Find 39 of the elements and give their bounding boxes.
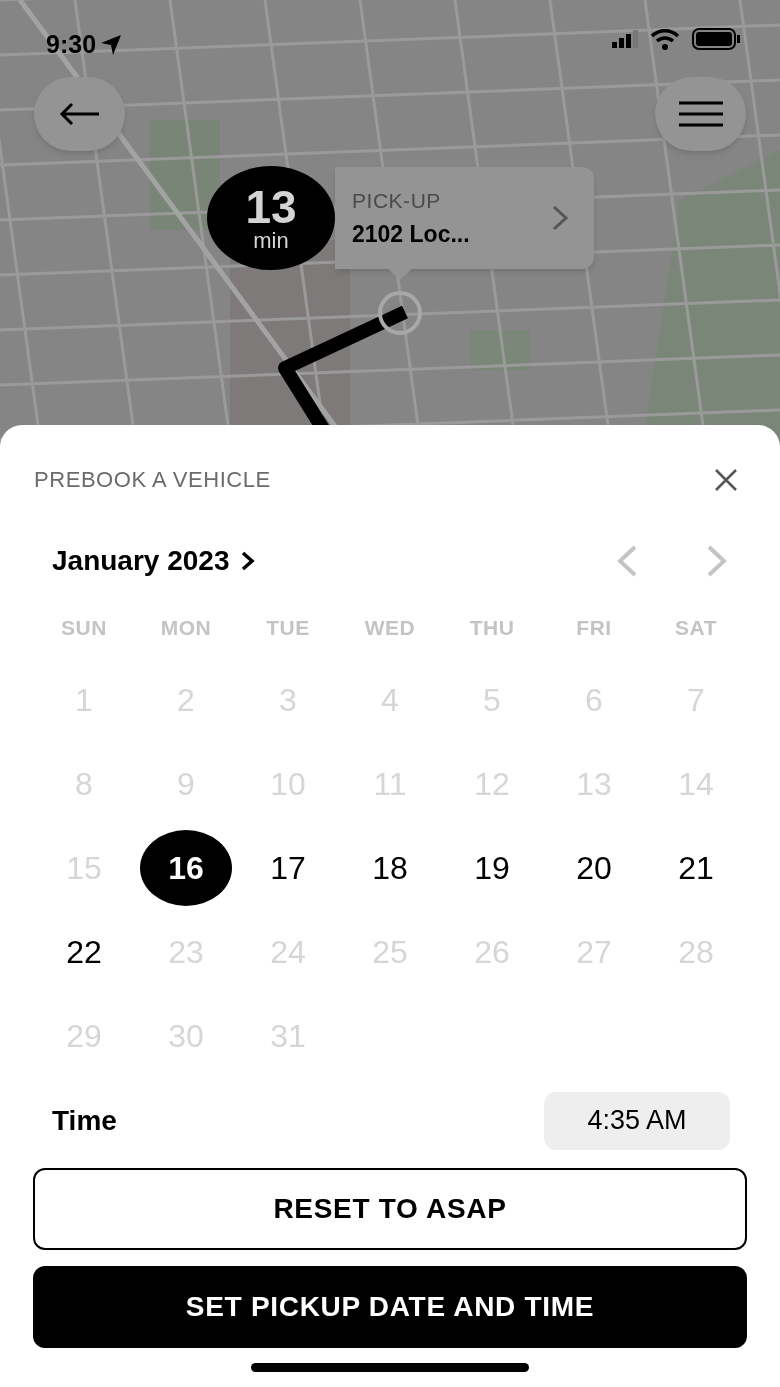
calendar-day[interactable]: 20 (548, 829, 640, 906)
close-button[interactable] (714, 467, 738, 492)
calendar-day[interactable]: 18 (344, 829, 436, 906)
weekday-label: MON (160, 615, 212, 641)
close-icon (714, 467, 738, 492)
chevron-right-icon (241, 551, 256, 571)
weekday-label: FRI (576, 615, 612, 641)
chevron-right-icon (706, 545, 728, 577)
calendar-day[interactable]: 17 (242, 829, 334, 906)
set-pickup-button[interactable]: SET PICKUP DATE AND TIME (33, 1265, 747, 1348)
chevron-right-icon (552, 205, 568, 231)
pointer-tail-icon (387, 268, 413, 280)
calendar-day[interactable]: 19 (446, 829, 538, 906)
pickup-address: 2102 Loc... (352, 219, 471, 249)
eta-unit: min (253, 230, 289, 252)
eta-value: 13 (245, 184, 297, 230)
time-picker[interactable]: 4:35 AM (544, 1091, 730, 1150)
wifi-icon (650, 28, 680, 50)
location-arrow-icon (100, 33, 123, 56)
signal-icon (612, 30, 638, 48)
weekday-label: TUE (266, 615, 310, 641)
weekday-label: WED (364, 615, 416, 641)
weekday-label: THU (469, 615, 515, 641)
chevron-left-icon (616, 545, 638, 577)
battery-icon (692, 28, 740, 50)
weekday-label: SAT (675, 615, 717, 641)
reset-button[interactable]: RESET TO ASAP (33, 1167, 747, 1250)
back-arrow-icon (58, 102, 101, 126)
calendar-day[interactable]: 21 (650, 829, 742, 906)
menu-icon (677, 101, 724, 127)
pickup-card[interactable]: PICK-UP 2102 Loc... (335, 167, 594, 269)
month-selector[interactable]: January 2023 (52, 540, 256, 582)
weekday-label: SUN (61, 615, 107, 641)
calendar-day[interactable]: 22 (38, 913, 130, 990)
status-time: 9:30 (46, 29, 97, 60)
pickup-label: PICK-UP (352, 188, 442, 214)
sheet-title: PREBOOK A VEHICLE (34, 466, 271, 494)
calendar-day[interactable]: 16 (140, 829, 232, 906)
time-label: Time (52, 1103, 117, 1138)
